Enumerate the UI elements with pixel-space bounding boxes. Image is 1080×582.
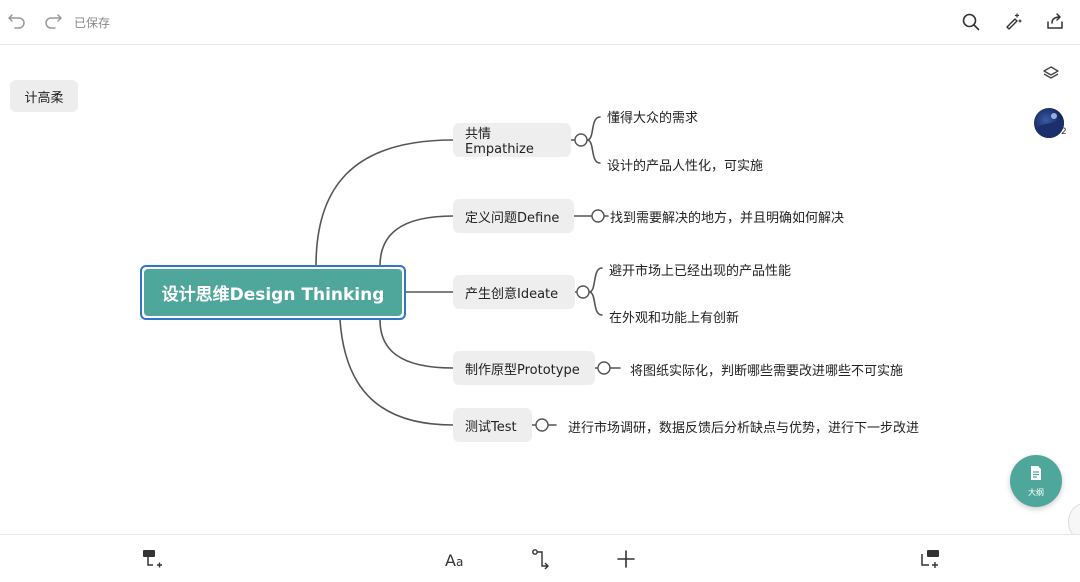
add-sibling-topic-icon[interactable]: [918, 547, 942, 571]
collaborator-count: 2: [1061, 127, 1067, 137]
branch-label: 定义问题Define: [465, 210, 560, 226]
top-toolbar: 已保存: [0, 0, 1080, 45]
collapse-toggle-ideate: [576, 285, 590, 299]
collapse-toggle-define: [591, 209, 605, 223]
branch-label: 测试Test: [465, 419, 517, 435]
leaf-topic[interactable]: 将图纸实际化，判断哪些需要改进哪些不可实施: [630, 360, 903, 379]
branch-topic-prototype[interactable]: 制作原型Prototype: [453, 351, 595, 385]
collaborator-name: 计高柔: [24, 90, 64, 106]
connector-icon[interactable]: [530, 547, 554, 571]
branch-label: 共情Empathize: [465, 127, 534, 157]
edge-prototype: [379, 319, 454, 369]
edge-empathize: [315, 139, 454, 267]
branch-label: 制作原型Prototype: [465, 362, 580, 378]
root-topic[interactable]: 设计思维Design Thinking: [140, 265, 406, 320]
branch-label: 产生创意Ideate: [465, 286, 559, 302]
magic-wand-icon[interactable]: [1002, 11, 1024, 33]
collapse-toggle-prototype: [597, 361, 611, 375]
root-topic-label: 设计思维Design Thinking: [144, 269, 402, 316]
branch-topic-define[interactable]: 定义问题Define: [453, 199, 574, 233]
svg-text:a: a: [456, 555, 463, 569]
undo-icon[interactable]: [6, 11, 28, 33]
share-icon[interactable]: [1044, 11, 1066, 33]
add-icon[interactable]: [614, 547, 638, 571]
leaf-topic[interactable]: 设计的产品人性化，可实施: [607, 155, 763, 174]
leaf-topic[interactable]: 在外观和功能上有创新: [609, 307, 739, 326]
edge-define: [379, 215, 454, 267]
text-style-icon[interactable]: Aa: [444, 547, 468, 571]
leaf-topic[interactable]: 找到需要解决的地方，并且明确如何解决: [610, 207, 844, 226]
save-status: 已保存: [74, 16, 111, 30]
layers-icon[interactable]: [1040, 63, 1062, 85]
collapse-toggle-test: [535, 418, 549, 432]
add-child-topic-icon[interactable]: [140, 547, 164, 571]
avatar[interactable]: [1034, 108, 1064, 138]
leaf-topic[interactable]: 进行市场调研，数据反馈后分析缺点与优势，进行下一步改进: [568, 417, 919, 436]
edge-test: [339, 319, 454, 426]
branch-topic-empathize[interactable]: 共情Empathize: [453, 123, 571, 157]
redo-icon[interactable]: [42, 11, 64, 33]
bottom-toolbar: Aa: [0, 534, 1080, 582]
leaf-topic[interactable]: 避开市场上已经出现的产品性能: [609, 260, 791, 279]
collapse-toggle-empathize: [574, 133, 588, 147]
svg-text:A: A: [445, 551, 456, 570]
collaborator-chip[interactable]: 计高柔: [10, 80, 78, 112]
branch-topic-ideate[interactable]: 产生创意Ideate: [453, 275, 575, 309]
leaf-topic[interactable]: 懂得大众的需求: [607, 107, 698, 126]
search-icon[interactable]: [960, 11, 982, 33]
document-icon: [1028, 465, 1044, 485]
outline-button-label: 大纲: [1028, 487, 1044, 497]
outline-button[interactable]: 大纲: [1010, 455, 1062, 507]
branch-topic-test[interactable]: 测试Test: [453, 408, 532, 442]
